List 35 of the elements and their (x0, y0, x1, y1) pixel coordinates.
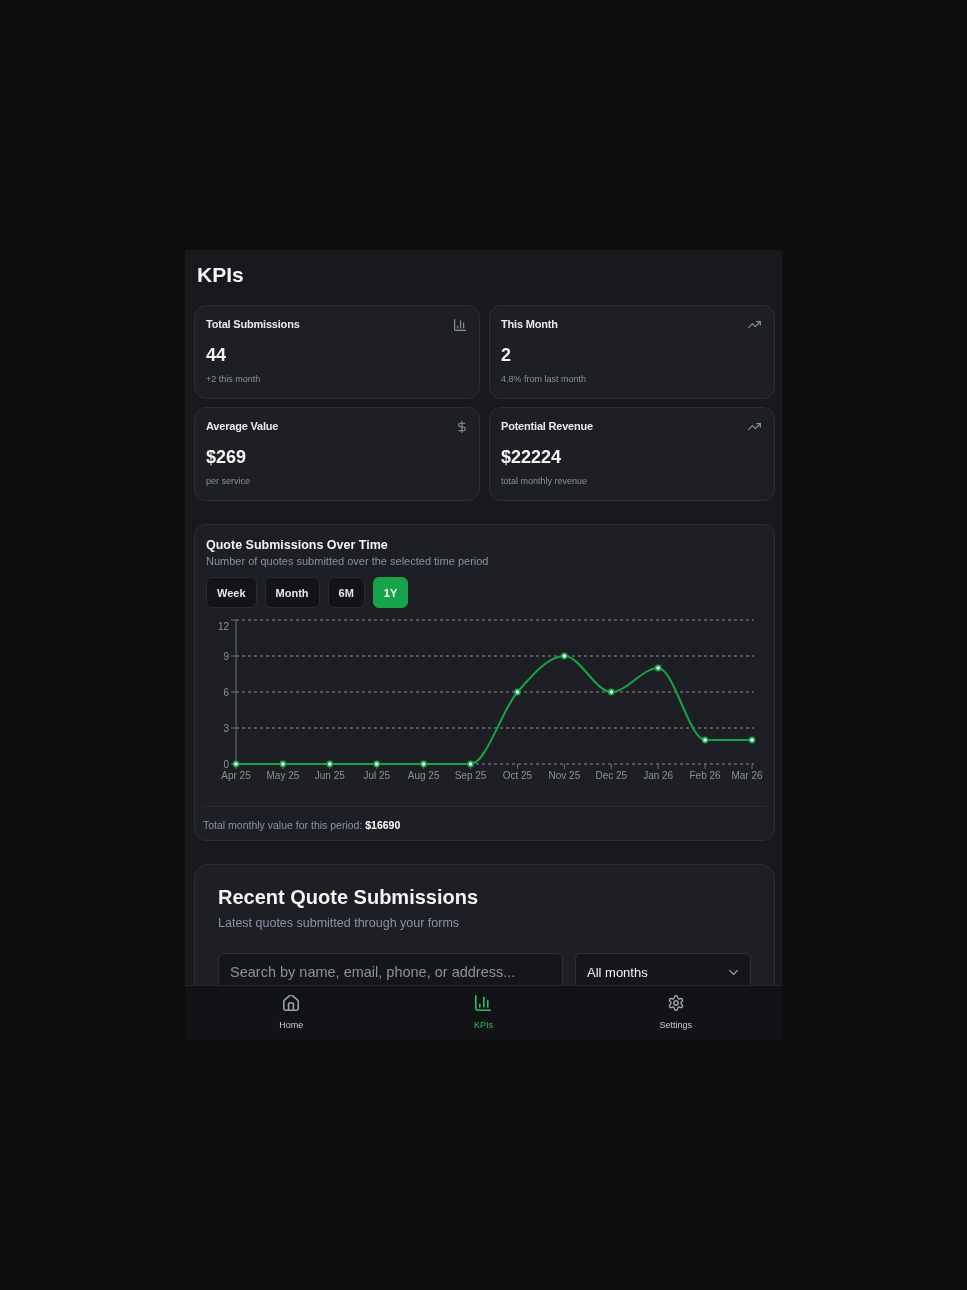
section-subtitle: Latest quotes submitted through your forms (218, 915, 461, 931)
chart-title: Quote Submissions Over Time (206, 538, 389, 553)
axis-label: 9 (223, 650, 229, 662)
axis-label: Jun 25 (314, 770, 345, 781)
card-value: 44 (206, 344, 228, 366)
axis-label: Nov 25 (548, 770, 581, 781)
card-note: +2 this month (206, 373, 262, 385)
axis-label: Feb 26 (689, 770, 721, 781)
axis-label: 6 (223, 686, 229, 698)
axis-label: 3 (223, 722, 229, 734)
axis-label: Oct 25 (502, 770, 533, 781)
axis-label: Mar 26 (731, 770, 763, 781)
axis-label: 0 (223, 758, 229, 770)
card-value: $22224 (501, 446, 563, 468)
axis-label: Apr 25 (221, 770, 251, 781)
card-title: Total Submissions (206, 318, 300, 331)
chart-total: Total monthly value for this period: $16690 (203, 818, 402, 832)
axis-label: Sep 25 (454, 770, 487, 781)
page-title: KPIs (197, 262, 245, 288)
axis-label: Jan 26 (643, 770, 674, 781)
card-note: 4.8% from last month (501, 373, 588, 385)
axis-label: Dec 25 (595, 770, 628, 781)
card-title: Potential Revenue (501, 420, 593, 433)
card-value: 2 (501, 344, 512, 366)
card-title: Average Value (206, 420, 279, 433)
axis-label: Aug 25 (407, 770, 440, 781)
axis-label: Jul 25 (363, 770, 391, 781)
axis-label: May 25 (266, 770, 300, 781)
card-value: $269 (206, 446, 248, 468)
card-note: total monthly revenue (501, 475, 589, 487)
card-note: per service (206, 475, 251, 487)
section-title: Recent Quote Submissions (218, 885, 480, 909)
card-title: This Month (501, 318, 558, 331)
chart-subtitle: Number of quotes submitted over the selected time period (206, 554, 490, 568)
axis-label: 12 (217, 621, 229, 632)
